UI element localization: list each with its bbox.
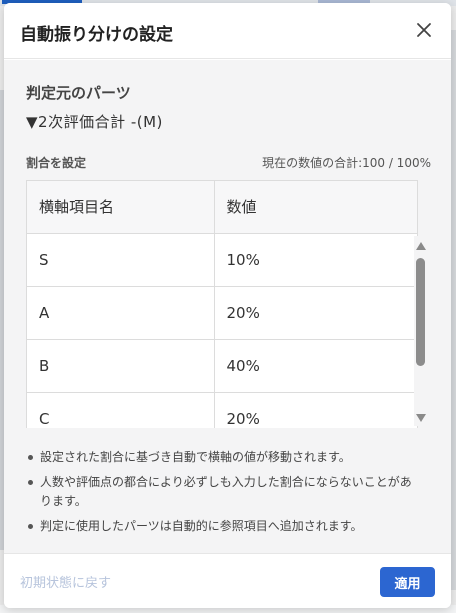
note-item: 人数や評価点の都合により必ずしも入力した割合にならないことがあります。 xyxy=(28,473,418,511)
table-row: C 20% xyxy=(27,392,417,428)
dialog-footer: 初期状態に戻す 適用 xyxy=(4,553,451,608)
scroll-down-arrow-icon[interactable] xyxy=(416,414,426,422)
table-row: S 10% xyxy=(27,233,417,287)
current-total-label: 現在の数値の合計:100 / 100% xyxy=(262,156,431,170)
note-item: 設定された割合に基づき自動で横軸の値が移動されます。 xyxy=(28,448,418,467)
dialog-body: 判定元のパーツ ▼2次評価合計 -(M) 割合を設定 現在の数値の合計:100 … xyxy=(4,60,451,553)
table-row: A 20% xyxy=(27,286,417,340)
close-button[interactable] xyxy=(413,19,435,41)
table-scrollbar[interactable] xyxy=(414,236,428,426)
row-value-input[interactable]: 10% xyxy=(214,233,417,287)
source-parts-name: ▼2次評価合計 -(M) xyxy=(26,113,163,131)
row-item-name: A xyxy=(27,286,215,340)
column-header-name: 横軸項目名 xyxy=(27,181,215,234)
scroll-thumb[interactable] xyxy=(416,258,425,366)
dialog-header: 自動振り分けの設定 xyxy=(4,3,451,59)
ratio-setting-label: 割合を設定 xyxy=(26,156,87,170)
row-value-input[interactable]: 20% xyxy=(214,392,417,428)
ratio-table: 横軸項目名 数値 S 10% A 20% B 40% C 20% xyxy=(27,181,417,428)
column-header-value: 数値 xyxy=(214,181,417,234)
row-item-name: C xyxy=(27,392,215,428)
scroll-up-arrow-icon[interactable] xyxy=(416,242,426,250)
ratio-table-container: 横軸項目名 数値 S 10% A 20% B 40% C 20% xyxy=(26,180,418,428)
background-right-strip xyxy=(451,30,456,590)
row-value-input[interactable]: 40% xyxy=(214,339,417,393)
reset-to-default-link[interactable]: 初期状態に戻す xyxy=(20,572,111,591)
table-header-row: 横軸項目名 数値 xyxy=(27,181,417,234)
auto-distribution-dialog: 自動振り分けの設定 判定元のパーツ ▼2次評価合計 -(M) 割合を設定 現在の… xyxy=(4,3,451,608)
row-item-name: B xyxy=(27,339,215,393)
close-icon xyxy=(417,23,431,37)
dialog-title: 自動振り分けの設定 xyxy=(20,25,173,45)
table-row: B 40% xyxy=(27,339,417,393)
section-title: 判定元のパーツ xyxy=(26,84,131,102)
row-item-name: S xyxy=(27,233,215,287)
note-item: 判定に使用したパーツは自動的に参照項目へ追加されます。 xyxy=(28,517,418,536)
row-value-input[interactable]: 20% xyxy=(214,286,417,340)
apply-button[interactable]: 適用 xyxy=(380,567,435,597)
notes-list: 設定された割合に基づき自動で横軸の値が移動されます。 人数や評価点の都合により必… xyxy=(28,448,418,542)
